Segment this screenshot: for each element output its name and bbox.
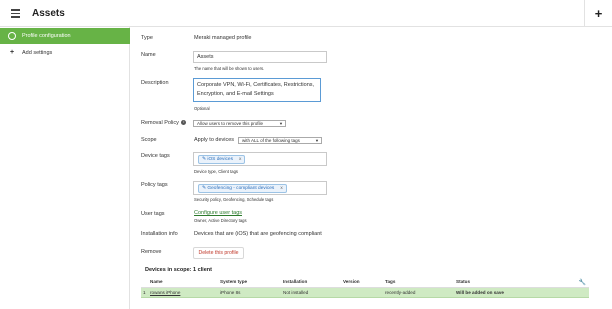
device-tags-hint: Device type, Client tags xyxy=(194,169,238,174)
status-cell: Will be added on save xyxy=(456,290,504,295)
remove-label: Remove xyxy=(141,249,162,255)
scope-prefix: Apply to devices xyxy=(194,137,235,143)
scope-label: Scope xyxy=(141,137,157,143)
type-value: Meraki managed profile xyxy=(194,35,252,41)
row-index: 1 xyxy=(143,290,146,295)
page-title: Assets xyxy=(32,8,65,19)
sidebar-item-profile-configuration[interactable]: Profile configuration xyxy=(0,28,130,44)
column-header[interactable]: Tags xyxy=(385,279,395,284)
device-tags-input[interactable]: ✎ iOS devices x xyxy=(193,152,327,166)
plus-icon: + xyxy=(10,49,15,56)
gear-icon xyxy=(8,32,16,40)
description-line-1: Corporate VPN, Wi-Fi, Certificates, Rest… xyxy=(197,82,315,88)
tag-chip-label: Geofencing - compliant devices xyxy=(207,186,275,191)
sidebar-item-add-settings[interactable]: + Add settings xyxy=(0,47,130,59)
tags-cell: recently-added xyxy=(385,290,416,295)
installation-info-value: Devices that are (iOS) that are geofenci… xyxy=(194,231,322,237)
scope-value: with ALL of the following tags xyxy=(242,138,300,143)
device-tags-label: Device tags xyxy=(141,153,170,159)
description-line-2: Encryption, and E-mail Settings xyxy=(197,90,274,97)
info-icon[interactable]: i xyxy=(181,120,187,126)
close-icon[interactable]: x xyxy=(239,157,241,162)
sidebar-item-label: Profile configuration xyxy=(22,33,71,39)
hamburger-icon[interactable] xyxy=(11,9,20,18)
name-hint: The name that will be shown to users. xyxy=(194,66,265,71)
chevron-down-icon: ▼ xyxy=(279,121,283,126)
sidebar: Profile configuration + Add settings xyxy=(0,27,130,309)
policy-tags-hint: Security policy, Geofencing, Schedule ta… xyxy=(194,197,274,202)
removal-policy-label: Removal Policy i xyxy=(141,120,187,126)
column-header[interactable]: Installation xyxy=(283,279,307,284)
column-header[interactable]: System type xyxy=(220,279,247,284)
description-field[interactable]: Corporate VPN, Wi-Fi, Certificates, Rest… xyxy=(193,78,321,102)
removal-policy-value: Allow users to remove this profile xyxy=(197,121,264,126)
tag-icon: ✎ xyxy=(202,157,207,162)
user-tags-hint: Owner, Active Directory tags xyxy=(194,218,247,223)
removal-policy-select[interactable]: Allow users to remove this profile ▼ xyxy=(193,120,286,127)
delete-profile-button[interactable]: Delete this profile xyxy=(193,247,244,259)
tag-chip-label: iOS devices xyxy=(207,157,233,162)
device-name-link[interactable]: rowans iPhone xyxy=(150,290,180,295)
tag-chip[interactable]: ✎ iOS devices x xyxy=(198,155,246,164)
chevron-down-icon: ▼ xyxy=(315,138,319,143)
installation-cell: Not installed xyxy=(283,290,309,295)
plus-icon: + xyxy=(594,6,603,21)
user-tags-label: User tags xyxy=(141,211,165,217)
policy-tags-input[interactable]: ✎ Geofencing - compliant devices x xyxy=(193,181,327,195)
add-button[interactable]: + xyxy=(584,0,612,27)
configure-user-tags-link[interactable]: Configure user tags xyxy=(194,210,242,216)
tag-chip[interactable]: ✎ Geofencing - compliant devices x xyxy=(198,184,287,193)
policy-tags-label: Policy tags xyxy=(141,182,168,188)
table-row[interactable]: 1 rowans iPhone iPhone 8s Not installed … xyxy=(141,288,589,298)
description-hint: Optional xyxy=(194,106,210,111)
installation-info-label: Installation info xyxy=(141,231,178,237)
close-icon[interactable]: x xyxy=(280,186,282,191)
name-field[interactable]: Assets xyxy=(193,51,327,63)
name-label: Name xyxy=(141,52,156,58)
column-header[interactable]: Status xyxy=(456,279,470,284)
devices-in-scope-title: Devices in scope: 1 client xyxy=(145,267,212,273)
removal-policy-label-text: Removal Policy xyxy=(141,120,179,126)
description-label: Description xyxy=(141,80,169,86)
top-bar: Assets + xyxy=(0,0,612,27)
wrench-icon[interactable]: 🔧 xyxy=(579,279,586,286)
type-label: Type xyxy=(141,35,153,41)
system-type-cell: iPhone 8s xyxy=(220,290,241,295)
table-header: Name System type Installation Version Ta… xyxy=(141,277,589,288)
column-header[interactable]: Version xyxy=(343,279,360,284)
scope-select[interactable]: with ALL of the following tags ▼ xyxy=(238,137,322,144)
column-header[interactable]: Name xyxy=(150,279,163,284)
sidebar-item-label: Add settings xyxy=(22,50,53,56)
tag-icon: ✎ xyxy=(202,186,207,191)
